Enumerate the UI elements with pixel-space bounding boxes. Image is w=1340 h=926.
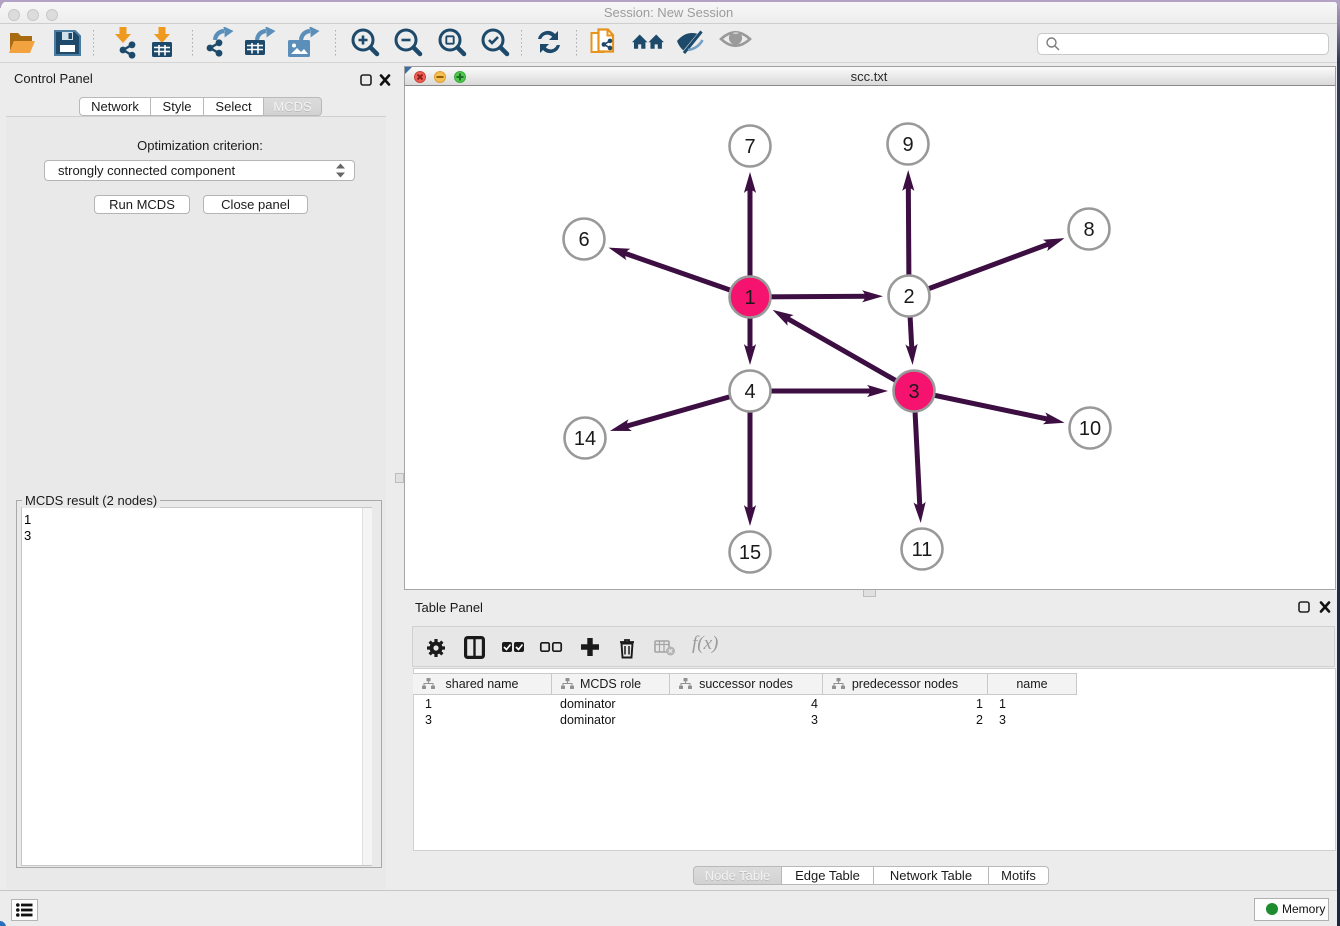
svg-text:1: 1 xyxy=(744,287,755,309)
svg-text:11: 11 xyxy=(912,539,933,561)
svg-text:15: 15 xyxy=(739,542,761,564)
svg-text:7: 7 xyxy=(744,136,755,158)
svg-text:9: 9 xyxy=(902,134,913,156)
svg-text:6: 6 xyxy=(578,229,589,251)
svg-text:3: 3 xyxy=(908,381,919,403)
svg-text:10: 10 xyxy=(1079,418,1101,440)
svg-text:4: 4 xyxy=(744,381,755,403)
svg-text:2: 2 xyxy=(903,286,914,308)
svg-text:14: 14 xyxy=(574,428,596,450)
svg-text:8: 8 xyxy=(1083,219,1094,241)
